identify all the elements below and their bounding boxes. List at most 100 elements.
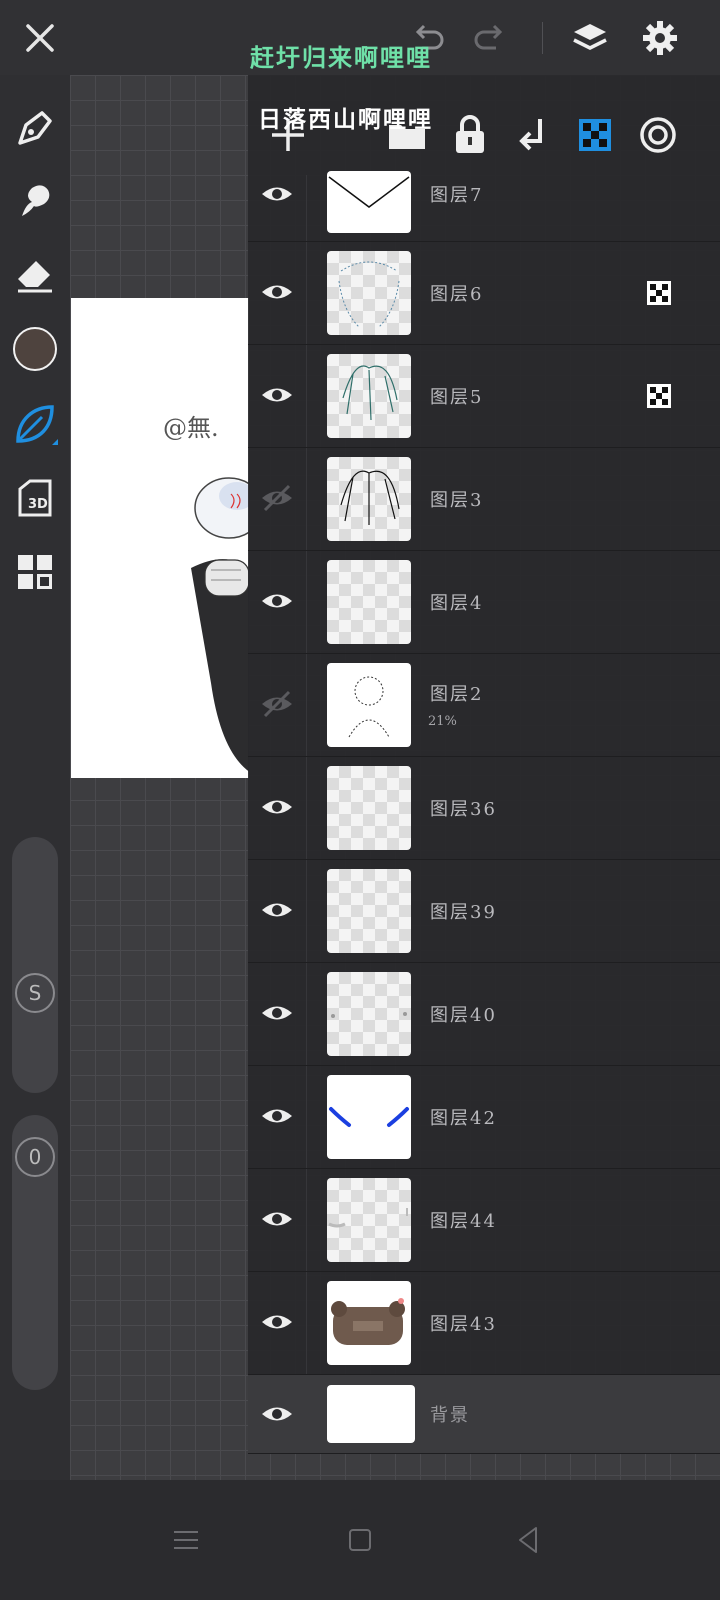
menu-icon[interactable] — [168, 1522, 204, 1558]
back-icon[interactable] — [510, 1522, 546, 1558]
overlay-caption-1: 赶圩归来啊哩哩 — [250, 43, 432, 72]
row-divider — [306, 757, 307, 859]
row-divider — [306, 963, 307, 1065]
layer-thumbnail[interactable] — [327, 354, 411, 438]
layer-thumbnail[interactable] — [327, 560, 411, 644]
eye-hidden-icon[interactable] — [260, 687, 294, 721]
reference-checker-icon[interactable] — [646, 383, 672, 409]
eye-icon[interactable] — [260, 275, 294, 309]
row-divider — [306, 175, 307, 241]
lock-icon[interactable] — [448, 113, 492, 157]
layer-row[interactable]: 图层5 — [248, 345, 720, 448]
layer-row[interactable]: 图层3 — [248, 448, 720, 551]
layer-row[interactable]: 图层44 — [248, 1169, 720, 1272]
brush-leaf-icon[interactable] — [12, 401, 58, 447]
layer-name: 图层4 — [430, 593, 484, 614]
row-divider — [306, 1169, 307, 1271]
eye-hidden-icon[interactable] — [260, 481, 294, 515]
background-thumbnail[interactable] — [327, 1385, 415, 1443]
row-divider — [306, 654, 307, 756]
brush-opacity-slider[interactable]: 0 — [12, 1115, 58, 1390]
layer-thumbnail[interactable] — [327, 766, 411, 850]
settings-gear-icon[interactable] — [640, 18, 680, 58]
layer-name: 图层36 — [430, 799, 497, 820]
eye-icon[interactable] — [260, 1397, 294, 1431]
brush-size-slider[interactable]: S — [12, 837, 58, 1093]
eye-icon[interactable] — [260, 1305, 294, 1339]
opacity-slider-label: 0 — [28, 1145, 42, 1169]
blend-mode-icon[interactable] — [636, 113, 680, 157]
layer-name: 图层3 — [430, 490, 484, 511]
layer-name: 图层2 — [430, 684, 484, 705]
3d-icon[interactable]: 3D — [12, 475, 58, 521]
thumbnail-faint-art — [328, 1208, 408, 1228]
layer-row[interactable]: 图层42 — [248, 1066, 720, 1169]
smudge-icon[interactable] — [12, 178, 58, 224]
eye-icon[interactable] — [260, 584, 294, 618]
eye-icon[interactable] — [260, 177, 294, 211]
eye-icon[interactable] — [260, 790, 294, 824]
thumbnail-sketch-art — [338, 261, 400, 328]
row-divider — [306, 345, 307, 447]
layer-name: 图层40 — [430, 1005, 497, 1026]
layer-row[interactable]: 图层6 — [248, 242, 720, 345]
layer-thumbnail[interactable] — [327, 251, 411, 335]
merge-down-icon[interactable] — [510, 113, 554, 157]
eye-icon[interactable] — [260, 996, 294, 1030]
layer-thumbnail[interactable] — [327, 663, 411, 747]
eye-icon[interactable] — [260, 378, 294, 412]
layer-thumbnail[interactable] — [327, 1178, 411, 1262]
eye-icon[interactable] — [260, 893, 294, 927]
toolbar-divider — [542, 22, 543, 54]
layer-row[interactable]: 图层2 21% — [248, 654, 720, 757]
eraser-icon[interactable] — [12, 251, 58, 297]
gallery-icon[interactable] — [12, 549, 58, 595]
reference-checker-icon[interactable] — [646, 280, 672, 306]
layer-list: 图层7 图层6 图层5 图层3 图层4 图层2 21% 图层36 图层39 图层… — [248, 171, 720, 1454]
layer-thumbnail[interactable] — [327, 1281, 411, 1365]
brush-opacity-knob[interactable]: 0 — [15, 1137, 55, 1177]
layers-icon[interactable] — [570, 18, 610, 58]
row-divider — [306, 448, 307, 550]
pen-icon[interactable] — [12, 105, 58, 151]
layer-row[interactable]: 图层36 — [248, 757, 720, 860]
artboard[interactable]: @無. — [71, 298, 249, 778]
svg-text:3D: 3D — [28, 497, 48, 512]
layer-thumbnail[interactable] — [327, 869, 411, 953]
layers-panel: 图层7 图层6 图层5 图层3 图层4 图层2 21% 图层36 图层39 图层… — [248, 75, 720, 1454]
layer-row[interactable]: 图层43 — [248, 1272, 720, 1375]
layer-thumbnail[interactable] — [327, 457, 411, 541]
layer-row[interactable]: 图层7 — [248, 171, 720, 242]
layer-name: 图层5 — [430, 387, 484, 408]
layer-row[interactable]: 图层4 — [248, 551, 720, 654]
artwork-figure — [191, 477, 249, 772]
layer-thumbnail[interactable] — [327, 171, 411, 233]
thumbnail-bear-art — [331, 1298, 405, 1345]
layer-row[interactable]: 图层40 — [248, 963, 720, 1066]
layer-thumbnail[interactable] — [327, 972, 411, 1056]
transparency-lock-icon[interactable] — [573, 113, 617, 157]
row-divider — [306, 242, 307, 344]
color-swatch[interactable] — [13, 327, 57, 371]
system-nav-bar — [0, 1480, 720, 1600]
layer-name: 图层7 — [430, 185, 484, 206]
layer-thumbnail[interactable] — [327, 1075, 411, 1159]
layer-opacity: 21% — [428, 714, 457, 729]
size-slider-label: S — [28, 981, 42, 1005]
brush-size-knob[interactable]: S — [15, 973, 55, 1013]
close-icon[interactable] — [20, 18, 60, 58]
layer-name: 图层43 — [430, 1314, 497, 1335]
redo-icon[interactable] — [470, 18, 510, 58]
layer-name: 图层6 — [430, 284, 484, 305]
eye-icon[interactable] — [260, 1202, 294, 1236]
layer-name: 图层39 — [430, 902, 497, 923]
thumbnail-hair-art — [342, 365, 398, 421]
layer-row[interactable]: 图层39 — [248, 860, 720, 963]
background-layer-row[interactable]: 背景 — [248, 1375, 720, 1454]
eye-icon[interactable] — [260, 1099, 294, 1133]
row-divider — [306, 860, 307, 962]
row-divider — [306, 1066, 307, 1168]
home-icon[interactable] — [342, 1522, 378, 1558]
thumbnail-envelope-art — [328, 176, 410, 208]
thumbnail-dots-art — [331, 1012, 407, 1018]
